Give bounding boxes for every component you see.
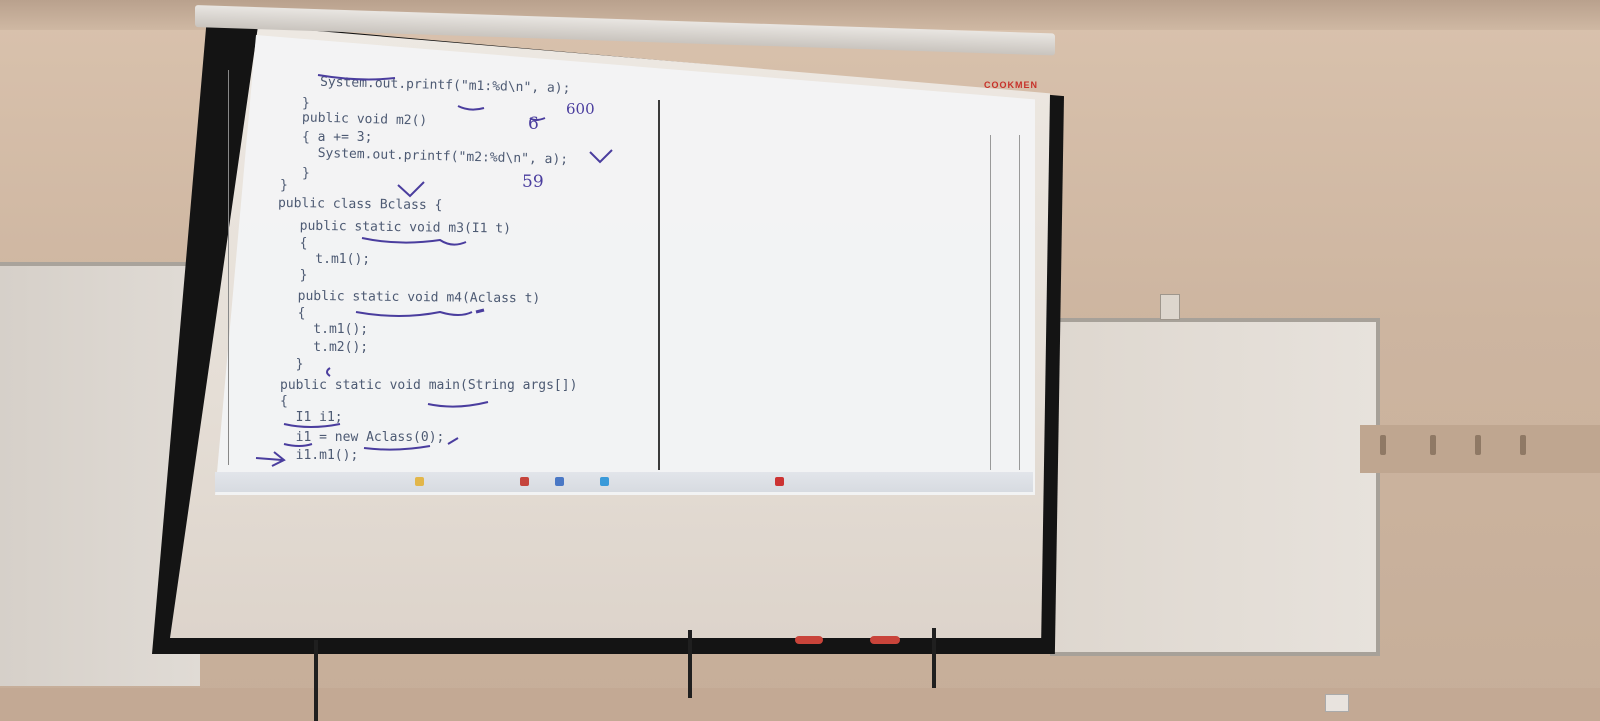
- arrow-right-icon: [255, 451, 286, 467]
- cable: [932, 628, 936, 688]
- ink-underline: [317, 74, 396, 81]
- ink-underline: [355, 310, 473, 317]
- cable: [688, 630, 692, 698]
- handwriting-annotations: [255, 74, 613, 467]
- ink-underline: [457, 105, 485, 111]
- ink-mark: [326, 367, 331, 377]
- ink-mark: [475, 308, 485, 314]
- checkmark-icon: [397, 181, 425, 198]
- checkmark-icon: [589, 149, 613, 164]
- whiteboard-marker: [870, 636, 900, 644]
- ink-mark: [447, 437, 459, 445]
- whiteboard-marker: [795, 636, 823, 644]
- handwritten-note: 600: [566, 100, 595, 118]
- ink-underline: [283, 443, 313, 447]
- cable: [314, 640, 318, 721]
- ink-underline: [427, 401, 489, 408]
- ink-underline: [363, 445, 431, 451]
- ink-underline: [361, 237, 467, 246]
- handwritten-note: 59: [522, 172, 544, 192]
- ink-underline: [283, 423, 341, 428]
- handwritten-note: 6: [528, 114, 539, 134]
